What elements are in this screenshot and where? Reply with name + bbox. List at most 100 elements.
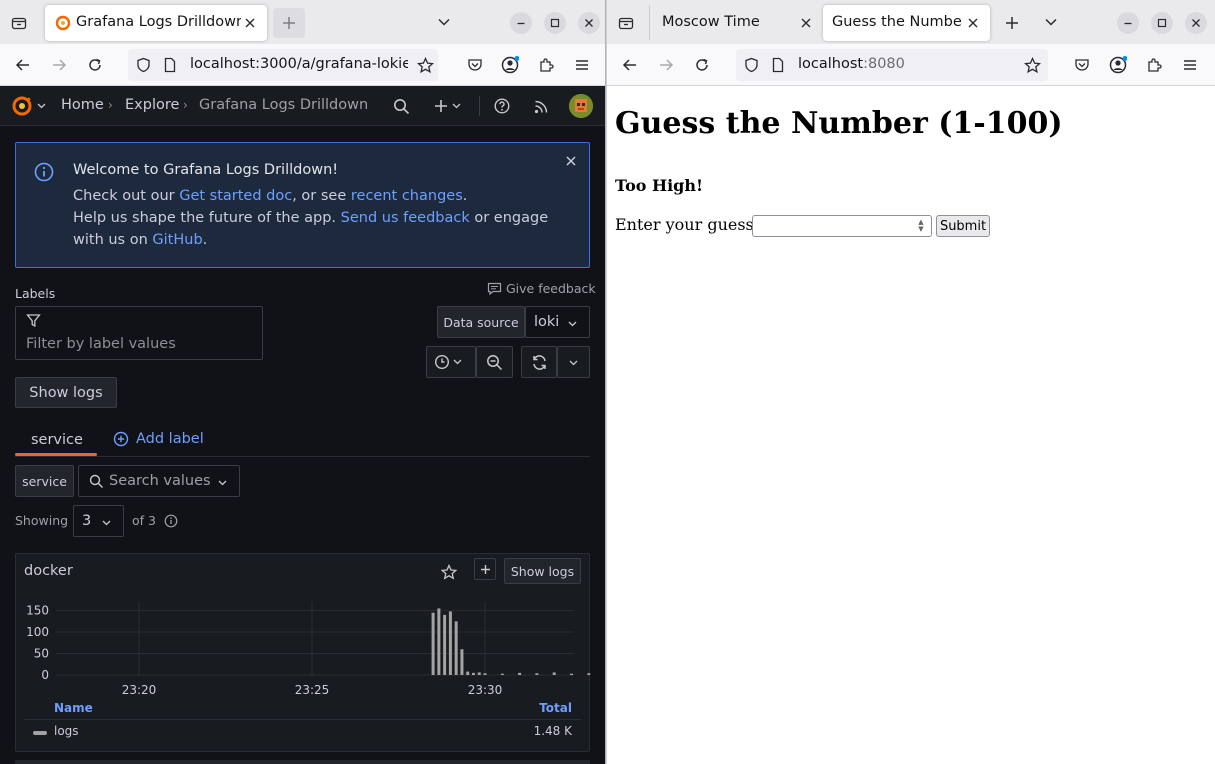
number-spinner-icon[interactable]: ▲ ▼: [913, 218, 929, 234]
close-window-icon[interactable]: [578, 12, 600, 34]
tab-service[interactable]: service: [31, 432, 83, 448]
menu-hamburger-icon[interactable]: [1179, 54, 1201, 76]
grafana-logo-icon[interactable]: [10, 94, 34, 118]
add-new-plus-icon[interactable]: [431, 95, 465, 117]
tab-guess-the-number[interactable]: Guess the Number: [823, 5, 990, 41]
show-logs-button[interactable]: Show logs: [15, 377, 117, 408]
list-tabs-chevron-down-icon[interactable]: [1041, 12, 1061, 32]
shield-icon[interactable]: [134, 56, 152, 74]
new-tab-plus-icon[interactable]: [273, 8, 305, 38]
forward-arrow-icon[interactable]: [655, 54, 677, 76]
reload-icon[interactable]: [691, 54, 713, 76]
guess-prompt-label: Enter your guess:: [615, 215, 760, 234]
showing-label: Showing: [15, 513, 69, 528]
menu-hamburger-icon[interactable]: [571, 54, 593, 76]
news-rss-icon[interactable]: [530, 95, 552, 117]
chevron-down-icon: [102, 520, 111, 526]
comment-icon: [487, 282, 502, 296]
give-feedback-link[interactable]: Give feedback: [487, 281, 596, 296]
x-tick-label: 23:20: [122, 683, 157, 697]
tab-overview-icon[interactable]: [615, 12, 637, 34]
minimize-icon[interactable]: [510, 12, 532, 34]
maximize-icon[interactable]: [544, 12, 566, 34]
add-label-button[interactable]: Add label: [113, 431, 204, 447]
right-url-text: localhost:8080: [798, 56, 905, 72]
info-circle-icon[interactable]: [163, 513, 179, 529]
label-filter-input[interactable]: Filter by label values: [15, 306, 263, 360]
refresh-button[interactable]: [521, 346, 557, 378]
new-tab-plus-icon[interactable]: [1001, 12, 1023, 34]
time-picker-button[interactable]: [426, 346, 476, 378]
maximize-icon[interactable]: [1151, 12, 1173, 34]
reload-icon[interactable]: [84, 54, 106, 76]
give-feedback-text: Give feedback: [506, 281, 596, 296]
page-icon[interactable]: [161, 56, 179, 74]
close-window-icon[interactable]: [1185, 12, 1207, 34]
zoom-out-button[interactable]: [476, 346, 513, 378]
pocket-icon[interactable]: [464, 54, 486, 76]
tab-grafana-title: Grafana Logs Drilldown - |: [76, 14, 241, 30]
x-tick-label: 23:25: [295, 683, 330, 697]
toolbar-divider: [479, 96, 480, 116]
chart-bar: [535, 673, 539, 675]
account-icon[interactable]: [1107, 54, 1129, 76]
shield-icon[interactable]: [742, 56, 760, 74]
refresh-interval-button[interactable]: [557, 346, 590, 378]
search-values-input[interactable]: Search values: [78, 465, 240, 497]
showing-count-select[interactable]: 3: [73, 505, 124, 537]
legend-divider: [24, 719, 581, 720]
help-icon[interactable]: [491, 95, 513, 117]
chart-bar: [454, 621, 458, 675]
chart-bar: [587, 673, 591, 675]
back-arrow-icon[interactable]: [12, 54, 34, 76]
back-arrow-icon[interactable]: [619, 54, 641, 76]
extensions-icon[interactable]: [1143, 54, 1165, 76]
tab-grafana[interactable]: Grafana Logs Drilldown - |: [45, 5, 267, 41]
legend-name-header[interactable]: Name: [54, 701, 93, 715]
grafana-menu-chevron-down-icon[interactable]: [35, 99, 47, 111]
account-icon[interactable]: [499, 54, 521, 76]
bookmark-star-icon[interactable]: [1021, 54, 1043, 76]
close-tab-icon[interactable]: [797, 14, 815, 32]
search-values-placeholder: Search values: [109, 473, 211, 489]
left-tab-bar: Grafana Logs Drilldown - |: [0, 0, 605, 44]
github-link[interactable]: GitHub: [152, 232, 202, 248]
tab-overview-icon[interactable]: [8, 12, 30, 34]
legend-series-total: 1.48 K: [533, 724, 572, 738]
add-circle-icon: [113, 431, 129, 447]
left-nav-bar: localhost:3000/a/grafana-lokiex: [0, 44, 605, 86]
submit-button[interactable]: Submit: [936, 215, 990, 237]
guess-number-input[interactable]: ▲ ▼: [752, 215, 932, 237]
breadcrumb-explore[interactable]: Explore: [125, 97, 179, 113]
banner-text: Check out our: [73, 188, 180, 204]
chart-bar: [471, 672, 475, 675]
extensions-icon[interactable]: [535, 54, 557, 76]
refresh-icon: [532, 354, 546, 370]
pocket-icon[interactable]: [1071, 54, 1093, 76]
user-avatar[interactable]: [569, 94, 593, 118]
minimize-icon[interactable]: [1117, 12, 1139, 34]
active-tab-underline: [15, 453, 97, 456]
breadcrumb-home[interactable]: Home: [61, 97, 104, 113]
data-source-label: Data source: [437, 306, 525, 338]
bookmark-star-icon[interactable]: [415, 55, 435, 75]
get-started-doc-link[interactable]: Get started doc: [179, 188, 292, 204]
legend-total-header[interactable]: Total: [539, 701, 572, 715]
recent-changes-link[interactable]: recent changes: [351, 188, 463, 204]
chevron-down-icon: [569, 360, 578, 365]
search-icon[interactable]: [390, 95, 412, 117]
send-feedback-link[interactable]: Send us feedback: [341, 210, 470, 226]
banner-line-1: Check out our Get started doc, or see re…: [73, 188, 467, 204]
page-icon[interactable]: [769, 56, 787, 74]
list-tabs-chevron-down-icon[interactable]: [434, 12, 454, 32]
data-source-select[interactable]: loki: [525, 306, 590, 338]
banner-title: Welcome to Grafana Logs Drilldown!: [73, 162, 339, 178]
close-banner-icon[interactable]: [563, 153, 579, 169]
close-tab-icon[interactable]: [964, 14, 982, 32]
close-tab-icon[interactable]: [241, 14, 259, 32]
right-url-bar[interactable]: localhost:8080: [736, 49, 1048, 81]
left-url-bar[interactable]: localhost:3000/a/grafana-lokiex: [128, 49, 438, 81]
tab-moscow-time[interactable]: Moscow Time: [651, 5, 823, 41]
forward-arrow-icon[interactable]: [48, 54, 70, 76]
legend-series-name[interactable]: logs: [54, 724, 79, 738]
